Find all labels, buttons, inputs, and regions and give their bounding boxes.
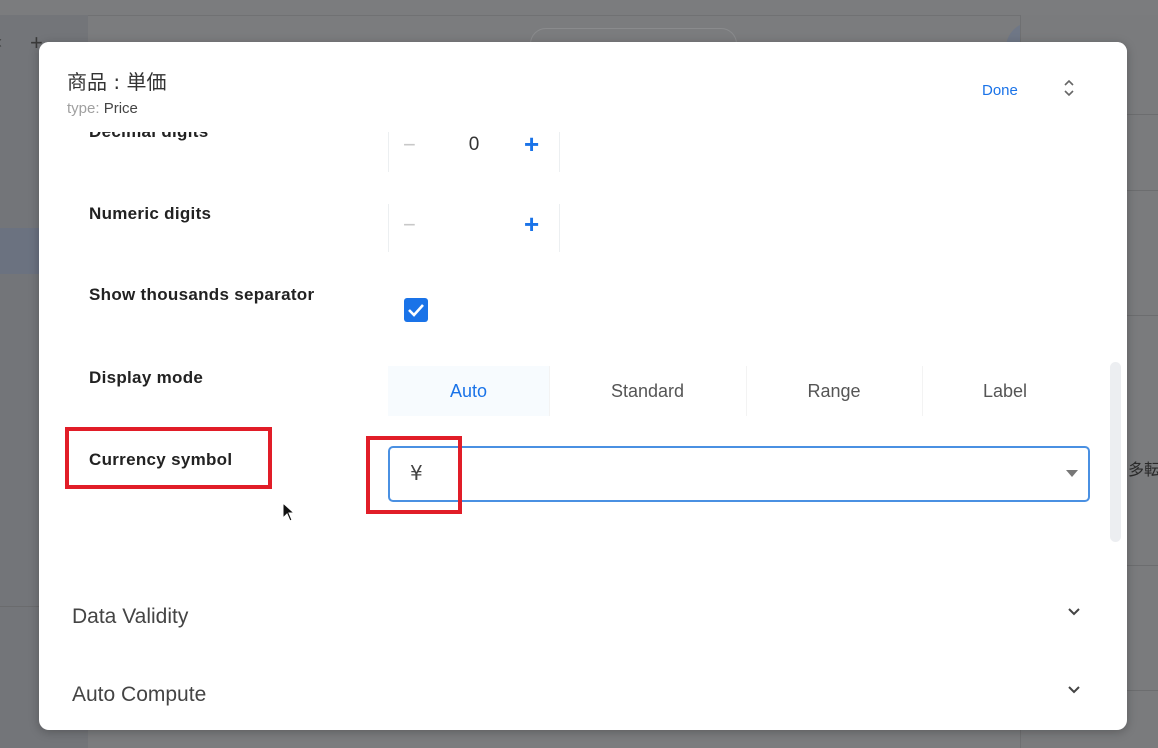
column-settings-dialog: 商品 : 単価 type: Price Done Decimal digits …: [39, 42, 1127, 730]
dialog-title: 商品 : 単価: [67, 70, 167, 94]
decimal-digits-label: Decimal digits: [89, 132, 208, 142]
annotation-box-currency-value: [366, 436, 462, 514]
dropdown-caret-icon: [1066, 470, 1078, 477]
thousands-separator-checkbox[interactable]: [404, 298, 428, 322]
background-right-row-divider: [1126, 315, 1158, 316]
display-mode-label: Display mode: [89, 368, 204, 387]
type-label: type:: [67, 100, 100, 117]
decimal-digits-increment-button[interactable]: +: [524, 132, 539, 160]
dialog-subtitle: type: Price: [67, 100, 138, 117]
annotation-box-currency-label: [65, 427, 272, 489]
dialog-header: 商品 : 単価 type: Price Done: [39, 42, 1127, 132]
section-auto-compute[interactable]: Auto Compute: [39, 665, 1127, 725]
dialog-scroll-area[interactable]: Decimal digits − 0 + Numeric digits − + …: [39, 132, 1127, 730]
background-right-row-divider: [1126, 690, 1158, 691]
numeric-digits-decrement-button[interactable]: −: [403, 212, 416, 238]
section-data-validity[interactable]: Data Validity: [39, 587, 1127, 647]
background-left-nav-divider: [0, 606, 40, 607]
type-value: Price: [103, 100, 138, 117]
background-right-row-divider: [1126, 190, 1158, 191]
background-right-text: 多転: [1128, 462, 1158, 479]
numeric-digits-stepper: − +: [388, 204, 560, 252]
decimal-digits-stepper: − 0 +: [388, 132, 560, 172]
background-right-row-divider: [1126, 565, 1158, 566]
check-icon: [408, 304, 424, 317]
background-left-nav-selected: [0, 228, 40, 274]
dialog-scrollbar[interactable]: [1110, 362, 1121, 542]
display-mode-option-range[interactable]: Range: [746, 366, 923, 416]
display-mode-option-auto[interactable]: Auto: [388, 366, 550, 416]
section-auto-compute-label: Auto Compute: [72, 683, 207, 706]
done-button[interactable]: Done: [982, 82, 1018, 99]
background-back-icon: ‹: [0, 32, 2, 53]
numeric-digits-increment-button[interactable]: +: [524, 209, 539, 240]
section-data-validity-label: Data Validity: [72, 605, 189, 628]
chevron-down-icon: [1068, 686, 1080, 694]
currency-symbol-select[interactable]: ¥: [388, 446, 1090, 502]
background-topbar-divider: [0, 15, 1158, 16]
thousands-separator-label: Show thousands separator: [89, 285, 315, 304]
background-right-row-divider: [1126, 114, 1158, 115]
display-mode-option-standard[interactable]: Standard: [549, 366, 747, 416]
unfold-icon[interactable]: [1061, 78, 1077, 102]
numeric-digits-label: Numeric digits: [89, 204, 212, 223]
decimal-digits-decrement-button[interactable]: −: [403, 132, 416, 158]
decimal-digits-value[interactable]: 0: [459, 134, 489, 156]
chevron-down-icon: [1068, 608, 1080, 616]
mouse-pointer-icon: [282, 502, 296, 522]
display-mode-option-label[interactable]: Label: [922, 366, 1088, 416]
display-mode-segmented-control: Auto Standard Range Label: [388, 366, 1088, 416]
